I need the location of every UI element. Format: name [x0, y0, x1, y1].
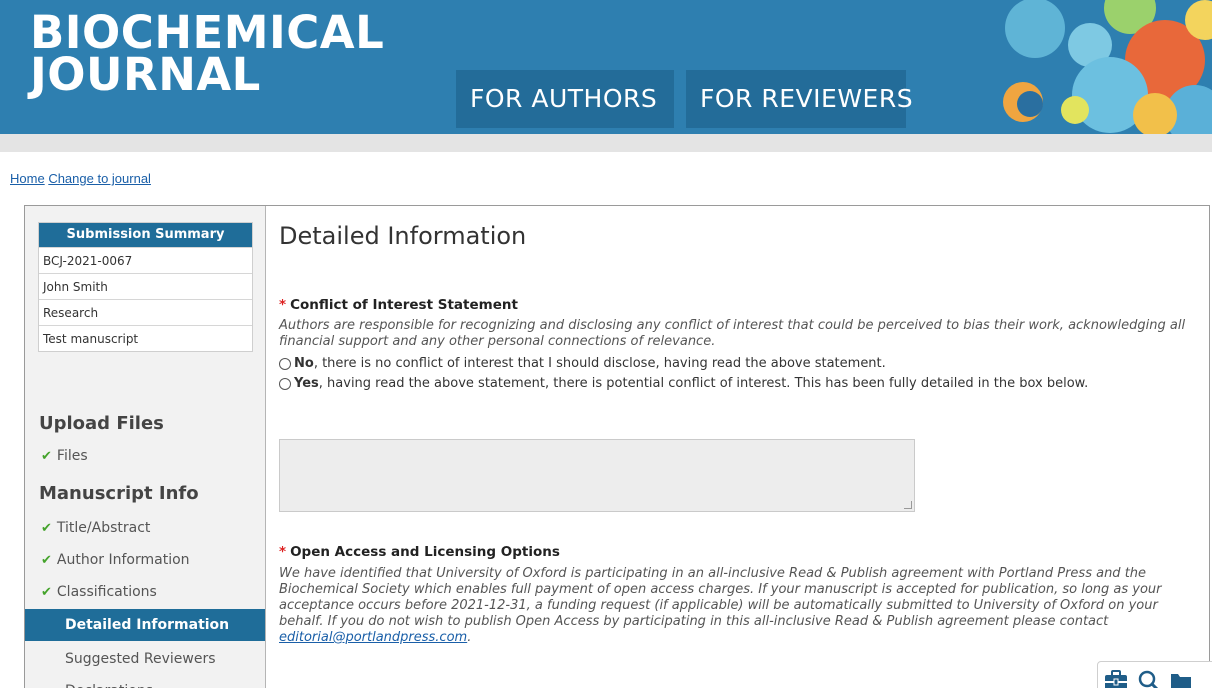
coi-option-yes[interactable]: Yes, having read the above statement, th… [279, 376, 1204, 392]
logo-line-2: JOURNAL [30, 48, 261, 101]
submission-summary-box: Submission Summary BCJ-2021-0067 John Sm… [38, 222, 253, 352]
sidebar-item-classifications[interactable]: ✔ Classifications [25, 576, 265, 608]
editorial-email-link[interactable]: editorial@portlandpress.com [279, 630, 467, 645]
resize-handle-icon[interactable] [904, 501, 912, 509]
folder-icon[interactable] [1170, 670, 1192, 688]
submission-summary-title: Submission Summary [39, 223, 252, 247]
journal-logo[interactable]: BIOCHEMICAL JOURNAL [30, 10, 384, 101]
search-icon[interactable] [1138, 670, 1160, 688]
sidebar-item-author-information[interactable]: ✔ Author Information [25, 544, 265, 576]
option-yes-bold: Yes [294, 376, 319, 391]
option-yes-text: , having read the above statement, there… [318, 376, 1089, 391]
sidebar-item-declarations[interactable]: Declarations [25, 675, 265, 688]
option-no-bold: No [294, 356, 314, 371]
coi-details-textarea[interactable] [279, 439, 915, 512]
open-access-end: . [467, 630, 472, 645]
radio-button-no[interactable] [279, 358, 291, 370]
option-no-text: , there is no conflict of interest that … [313, 356, 886, 371]
sidebar-item-label: Classifications [56, 584, 157, 600]
sidebar-item-files[interactable]: ✔ Files [25, 440, 265, 472]
radio-button-yes[interactable] [279, 378, 291, 390]
coi-option-no-label: No, there is no conflict of interest tha… [294, 356, 886, 372]
required-marker: * [279, 297, 287, 313]
page-title: Detailed Information [279, 222, 527, 250]
open-access-text: We have identified that University of Ox… [279, 566, 1162, 629]
briefcase-icon[interactable] [1104, 670, 1128, 688]
submission-frame: Submission Summary BCJ-2021-0067 John Sm… [24, 205, 1210, 688]
sidebar-item-label: Files [56, 448, 88, 464]
coi-option-no[interactable]: No, there is no conflict of interest tha… [279, 356, 1204, 372]
coi-title-text: Conflict of Interest Statement [290, 297, 518, 313]
breadcrumb: Home Change to journal [10, 171, 151, 186]
nav-for-authors[interactable]: FOR AUTHORS [456, 70, 674, 128]
coi-option-yes-label: Yes, having read the above statement, th… [294, 376, 1088, 392]
floating-toolbar [1097, 661, 1212, 688]
check-icon: ✔ [41, 553, 52, 568]
summary-manuscript-id: BCJ-2021-0067 [39, 247, 252, 273]
open-access-description: We have identified that University of Ox… [279, 566, 1204, 646]
breadcrumb-home-link[interactable]: Home [10, 171, 45, 186]
nav-for-reviewers[interactable]: FOR REVIEWERS [686, 70, 913, 128]
sidebar-item-label: Title/Abstract [56, 520, 151, 536]
summary-author: John Smith [39, 273, 252, 299]
site-header: BIOCHEMICAL JOURNAL FOR AUTHORS FOR REVI… [0, 0, 1212, 134]
required-marker: * [279, 544, 287, 560]
coi-description: Authors are responsible for recognizing … [279, 318, 1186, 349]
check-icon: ✔ [41, 585, 52, 600]
sidebar-item-title-abstract[interactable]: ✔ Title/Abstract [25, 512, 265, 544]
check-icon: ✔ [41, 449, 52, 464]
header-subbar [0, 134, 1212, 152]
manuscript-info-heading: Manuscript Info [39, 483, 199, 504]
coi-question-title: * Conflict of Interest Statement [279, 297, 518, 313]
sidebar-item-suggested-reviewers[interactable]: Suggested Reviewers [25, 643, 265, 675]
summary-article-type: Research [39, 299, 252, 325]
upload-files-heading: Upload Files [39, 413, 164, 434]
sidebar: Submission Summary BCJ-2021-0067 John Sm… [25, 206, 266, 688]
open-access-question-title: * Open Access and Licensing Options [279, 544, 560, 560]
open-access-title-text: Open Access and Licensing Options [290, 544, 560, 560]
breadcrumb-change-journal-link[interactable]: Change to journal [48, 171, 151, 186]
summary-manuscript-title: Test manuscript [39, 325, 252, 351]
check-icon: ✔ [41, 521, 52, 536]
sidebar-item-label: Author Information [56, 552, 190, 568]
decorative-circles-graphic [1003, 0, 1212, 134]
sidebar-item-detailed-information[interactable]: Detailed Information [25, 609, 265, 641]
